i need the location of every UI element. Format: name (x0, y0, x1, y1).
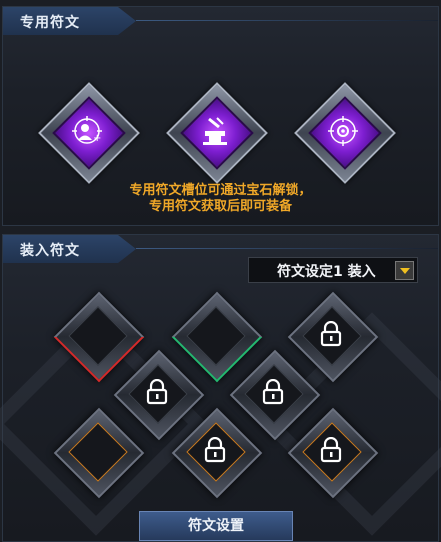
exclusive-rune-title: 专用符文 (20, 15, 80, 31)
rune-preset-dropdown[interactable]: 符文设定1 装入 (248, 257, 418, 283)
lock-icon (146, 379, 168, 405)
lock-icon (320, 437, 342, 463)
svg-text:+: + (93, 133, 101, 144)
exclusive-rune-slot-2[interactable] (166, 82, 268, 184)
header-divider (136, 20, 438, 21)
exclusive-rune-header: 专用符文 (3, 7, 136, 35)
equip-rune-title: 装入符文 (20, 243, 80, 259)
notice-line-2: 专用符文获取后即可装备 (148, 199, 292, 214)
notice-line-1: 专用符文槽位可通过宝石解锁， (129, 183, 312, 198)
rune-settings-label: 符文设置 (188, 518, 244, 534)
anvil-icon (203, 117, 227, 145)
equip-rune-header: 装入符文 (3, 235, 136, 263)
dropdown-arrow-icon[interactable] (395, 261, 414, 280)
person-plus-icon: + (72, 116, 102, 144)
equip-rune-panel: 装入符文 符文设定1 装入 符文设置 (0, 234, 441, 542)
lock-icon (204, 437, 226, 463)
lock-icon (262, 379, 284, 405)
rune-slot-locked[interactable] (287, 407, 379, 499)
exclusive-rune-slot-3[interactable] (294, 82, 396, 184)
exclusive-rune-panel: 专用符文 + 专用符文槽位可通过宝石解锁， 专用符文获取后即可装备 (2, 6, 439, 226)
rune-slot-empty-orange[interactable] (53, 407, 145, 499)
header-divider (136, 248, 438, 249)
exclusive-rune-slot-1[interactable]: + (38, 82, 140, 184)
preset-selected-value: 符文设定1 装入 (277, 264, 376, 280)
unlock-notice: 专用符文槽位可通过宝石解锁， 专用符文获取后即可装备 (3, 183, 438, 215)
rune-slot-locked[interactable] (171, 407, 263, 499)
rune-settings-button[interactable]: 符文设置 (139, 511, 293, 541)
lock-icon (320, 321, 342, 347)
target-icon (328, 116, 358, 146)
